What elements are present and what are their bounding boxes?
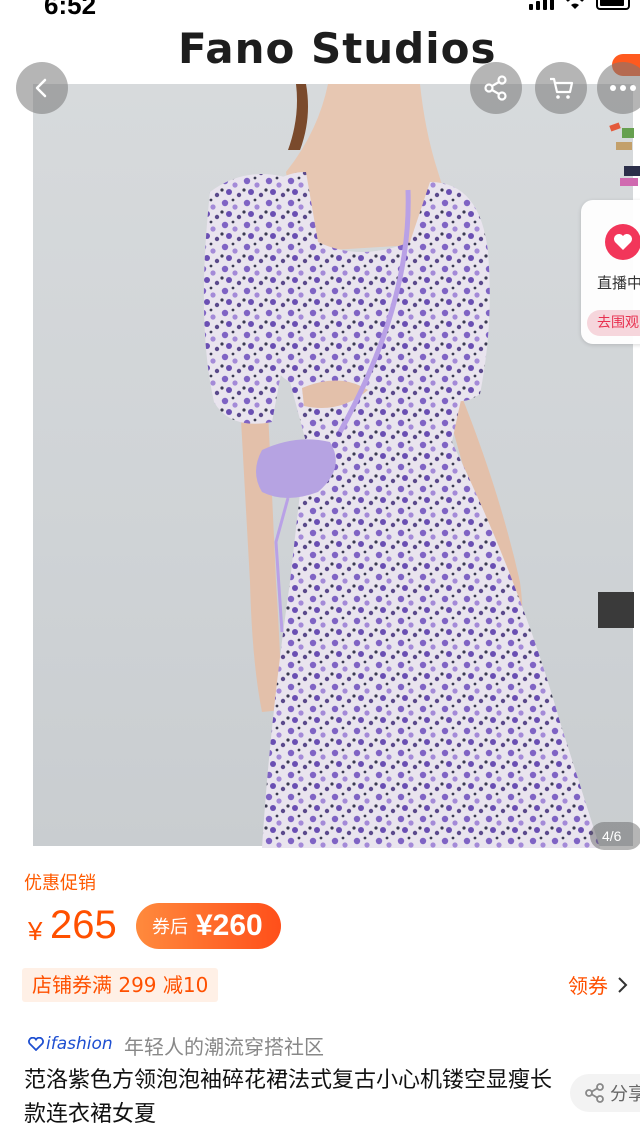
- status-icons: [529, 0, 630, 10]
- chevron-right-icon: [618, 976, 628, 993]
- cart-button[interactable]: [535, 62, 587, 114]
- wifi-icon: [566, 0, 584, 9]
- store-coupon-chip[interactable]: 店铺券满 299 减10: [22, 968, 219, 1002]
- live-stream-widget[interactable]: 直播中 去围观: [581, 200, 640, 344]
- signal-icon: [529, 0, 554, 10]
- status-bar: 6:52: [0, 0, 640, 22]
- more-button[interactable]: [597, 62, 640, 114]
- ifashion-logo-text: ifashion: [46, 1034, 113, 1054]
- price-currency: ¥: [28, 916, 43, 946]
- share-button[interactable]: [470, 62, 522, 114]
- status-time: 6:52: [44, 0, 97, 20]
- coupon-price-prefix: 券后: [152, 917, 188, 938]
- live-decoration-icon: [609, 122, 640, 186]
- cart-icon: [550, 77, 574, 99]
- brand-title: Fano Studios: [178, 24, 497, 73]
- chevron-left-icon: [35, 78, 47, 98]
- ifashion-logo: ifashion: [28, 1034, 113, 1054]
- more-dots-icon: [610, 85, 636, 91]
- live-label: 直播中: [597, 274, 640, 292]
- ifashion-heart-icon: [28, 1037, 44, 1051]
- live-watch-button[interactable]: 去围观: [587, 310, 640, 336]
- heart-icon: [605, 224, 640, 260]
- product-title: 范洛紫色方领泡泡袖碎花裙法式复古小心机镂空显瘦长款连衣裙女夏: [24, 1068, 553, 1127]
- share-chip[interactable]: 分享: [570, 1074, 640, 1112]
- share-icon: [484, 75, 507, 101]
- share-icon: [585, 1083, 604, 1103]
- back-button[interactable]: [16, 62, 68, 114]
- claim-coupon-link[interactable]: 领券: [568, 970, 628, 999]
- price-value: 265: [50, 903, 117, 947]
- battery-icon: [596, 0, 630, 10]
- share-label: 分享: [610, 1084, 640, 1105]
- promo-label: 优惠促销: [24, 873, 96, 894]
- coupon-price-pill: 券后 ¥260: [136, 903, 281, 949]
- coupon-price-value: ¥260: [196, 909, 263, 942]
- image-page-indicator: 4/6: [590, 822, 640, 850]
- ifashion-tagline: 年轻人的潮流穿搭社区: [124, 1035, 324, 1059]
- product-image[interactable]: Fano Studios 直播中 去围观 4/6: [0, 22, 640, 850]
- claim-coupon-label: 领券: [568, 974, 608, 998]
- model-figure: [203, 84, 634, 848]
